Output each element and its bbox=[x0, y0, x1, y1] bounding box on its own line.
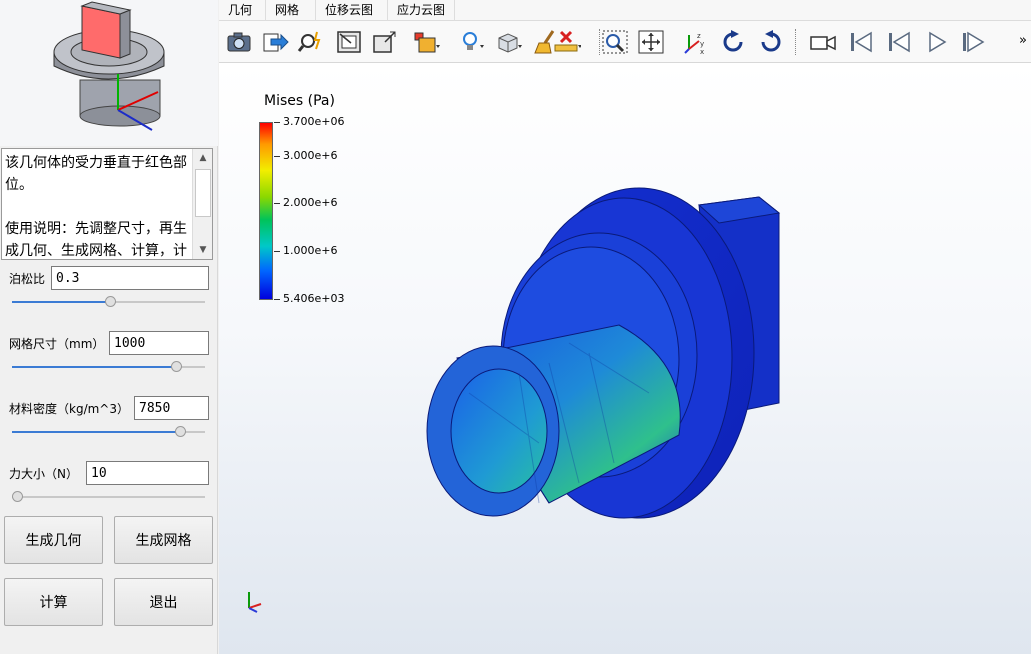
control-panel: 该几何体的受力垂直于红色部位。 使用说明：先调整尺寸，再生成几何、生成网格、计算… bbox=[0, 0, 218, 654]
fea-model bbox=[426, 187, 781, 519]
zoom-box-icon[interactable] bbox=[601, 29, 629, 55]
slider-knob[interactable] bbox=[171, 361, 182, 372]
mesh-size-label: 网格尺寸（mm） bbox=[9, 337, 105, 351]
mesh-size-input[interactable] bbox=[109, 331, 209, 355]
toolbar-separator bbox=[795, 29, 796, 55]
resize-icon[interactable] bbox=[371, 29, 399, 55]
prev-frame-icon[interactable] bbox=[885, 29, 913, 55]
zoom-magic-icon[interactable] bbox=[297, 29, 325, 55]
slider-knob[interactable] bbox=[175, 426, 186, 437]
density-label: 材料密度（kg/m^3） bbox=[9, 402, 129, 416]
description-text: 该几何体的受力垂直于红色部位。 使用说明：先调整尺寸，再生成几何、生成网格、计算… bbox=[5, 152, 191, 259]
generate-mesh-button[interactable]: 生成网格 bbox=[114, 516, 213, 564]
orientation-axes-icon bbox=[248, 592, 262, 613]
description-box[interactable]: 该几何体的受力垂直于红色部位。 使用说明：先调整尺寸，再生成几何、生成网格、计算… bbox=[1, 148, 213, 260]
compute-button[interactable]: 计算 bbox=[4, 578, 103, 626]
description-paragraph-2: 使用说明：先调整尺寸，再生成几何、生成网格、计算，计算完成后可在右方查 bbox=[5, 221, 187, 259]
first-frame-icon[interactable] bbox=[847, 29, 875, 55]
rotate-right-icon[interactable] bbox=[757, 29, 785, 55]
mesh-size-slider[interactable] bbox=[12, 360, 205, 374]
svg-text:y: y bbox=[700, 40, 704, 48]
fit-view-icon[interactable] bbox=[335, 29, 363, 55]
svg-text:z: z bbox=[697, 32, 701, 40]
force-label: 力大小（N） bbox=[9, 467, 78, 481]
geometry-preview bbox=[0, 0, 218, 146]
app-window: 该几何体的受力垂直于红色部位。 使用说明：先调整尺寸，再生成几何、生成网格、计算… bbox=[0, 0, 1031, 654]
toolbar: zyx » bbox=[219, 21, 1031, 63]
toolbar-overflow-icon[interactable]: » bbox=[1019, 33, 1027, 48]
pan-icon[interactable] bbox=[637, 29, 665, 55]
box-view-icon[interactable] bbox=[495, 29, 523, 55]
scroll-up-icon[interactable]: ▲ bbox=[196, 151, 210, 165]
3d-viewport[interactable]: Mises (Pa) 3.700e+06 3.000e+6 2.000e+6 1… bbox=[219, 63, 1031, 654]
exit-button[interactable]: 退出 bbox=[114, 578, 213, 626]
slider-knob[interactable] bbox=[105, 296, 116, 307]
slider-knob[interactable] bbox=[12, 491, 23, 502]
ruler-delete-icon[interactable] bbox=[553, 29, 582, 55]
camera-icon[interactable] bbox=[225, 29, 253, 55]
menu-bar: 几何 网格 位移云图 应力云图 bbox=[219, 0, 1031, 21]
menu-mesh[interactable]: 网格 bbox=[265, 0, 308, 21]
menu-stress[interactable]: 应力云图 bbox=[387, 0, 456, 21]
scroll-down-icon[interactable]: ▼ bbox=[196, 243, 210, 257]
poisson-ratio-input[interactable] bbox=[51, 266, 209, 290]
export-icon[interactable] bbox=[261, 29, 289, 55]
description-paragraph-1: 该几何体的受力垂直于红色部位。 bbox=[5, 155, 187, 193]
menu-displacement[interactable]: 位移云图 bbox=[315, 0, 382, 21]
video-icon[interactable] bbox=[809, 29, 837, 55]
poisson-ratio-label: 泊松比 bbox=[9, 272, 46, 286]
generate-geometry-button[interactable]: 生成几何 bbox=[4, 516, 103, 564]
density-input[interactable] bbox=[134, 396, 209, 420]
menu-geometry[interactable]: 几何 bbox=[219, 0, 261, 21]
force-input[interactable] bbox=[86, 461, 209, 485]
toolbar-separator bbox=[599, 29, 600, 55]
next-frame-icon[interactable] bbox=[959, 29, 987, 55]
axes-icon[interactable]: zyx bbox=[681, 29, 709, 56]
description-scrollbar[interactable]: ▲ ▼ bbox=[192, 149, 212, 259]
display-mode-icon[interactable] bbox=[413, 29, 441, 55]
svg-text:x: x bbox=[700, 48, 704, 55]
light-icon[interactable] bbox=[459, 29, 487, 55]
rotate-left-icon[interactable] bbox=[719, 29, 747, 55]
force-slider[interactable] bbox=[12, 490, 205, 504]
scroll-thumb[interactable] bbox=[195, 169, 211, 217]
density-slider[interactable] bbox=[12, 425, 205, 439]
poisson-ratio-slider[interactable] bbox=[12, 295, 205, 309]
play-icon[interactable] bbox=[923, 29, 951, 55]
